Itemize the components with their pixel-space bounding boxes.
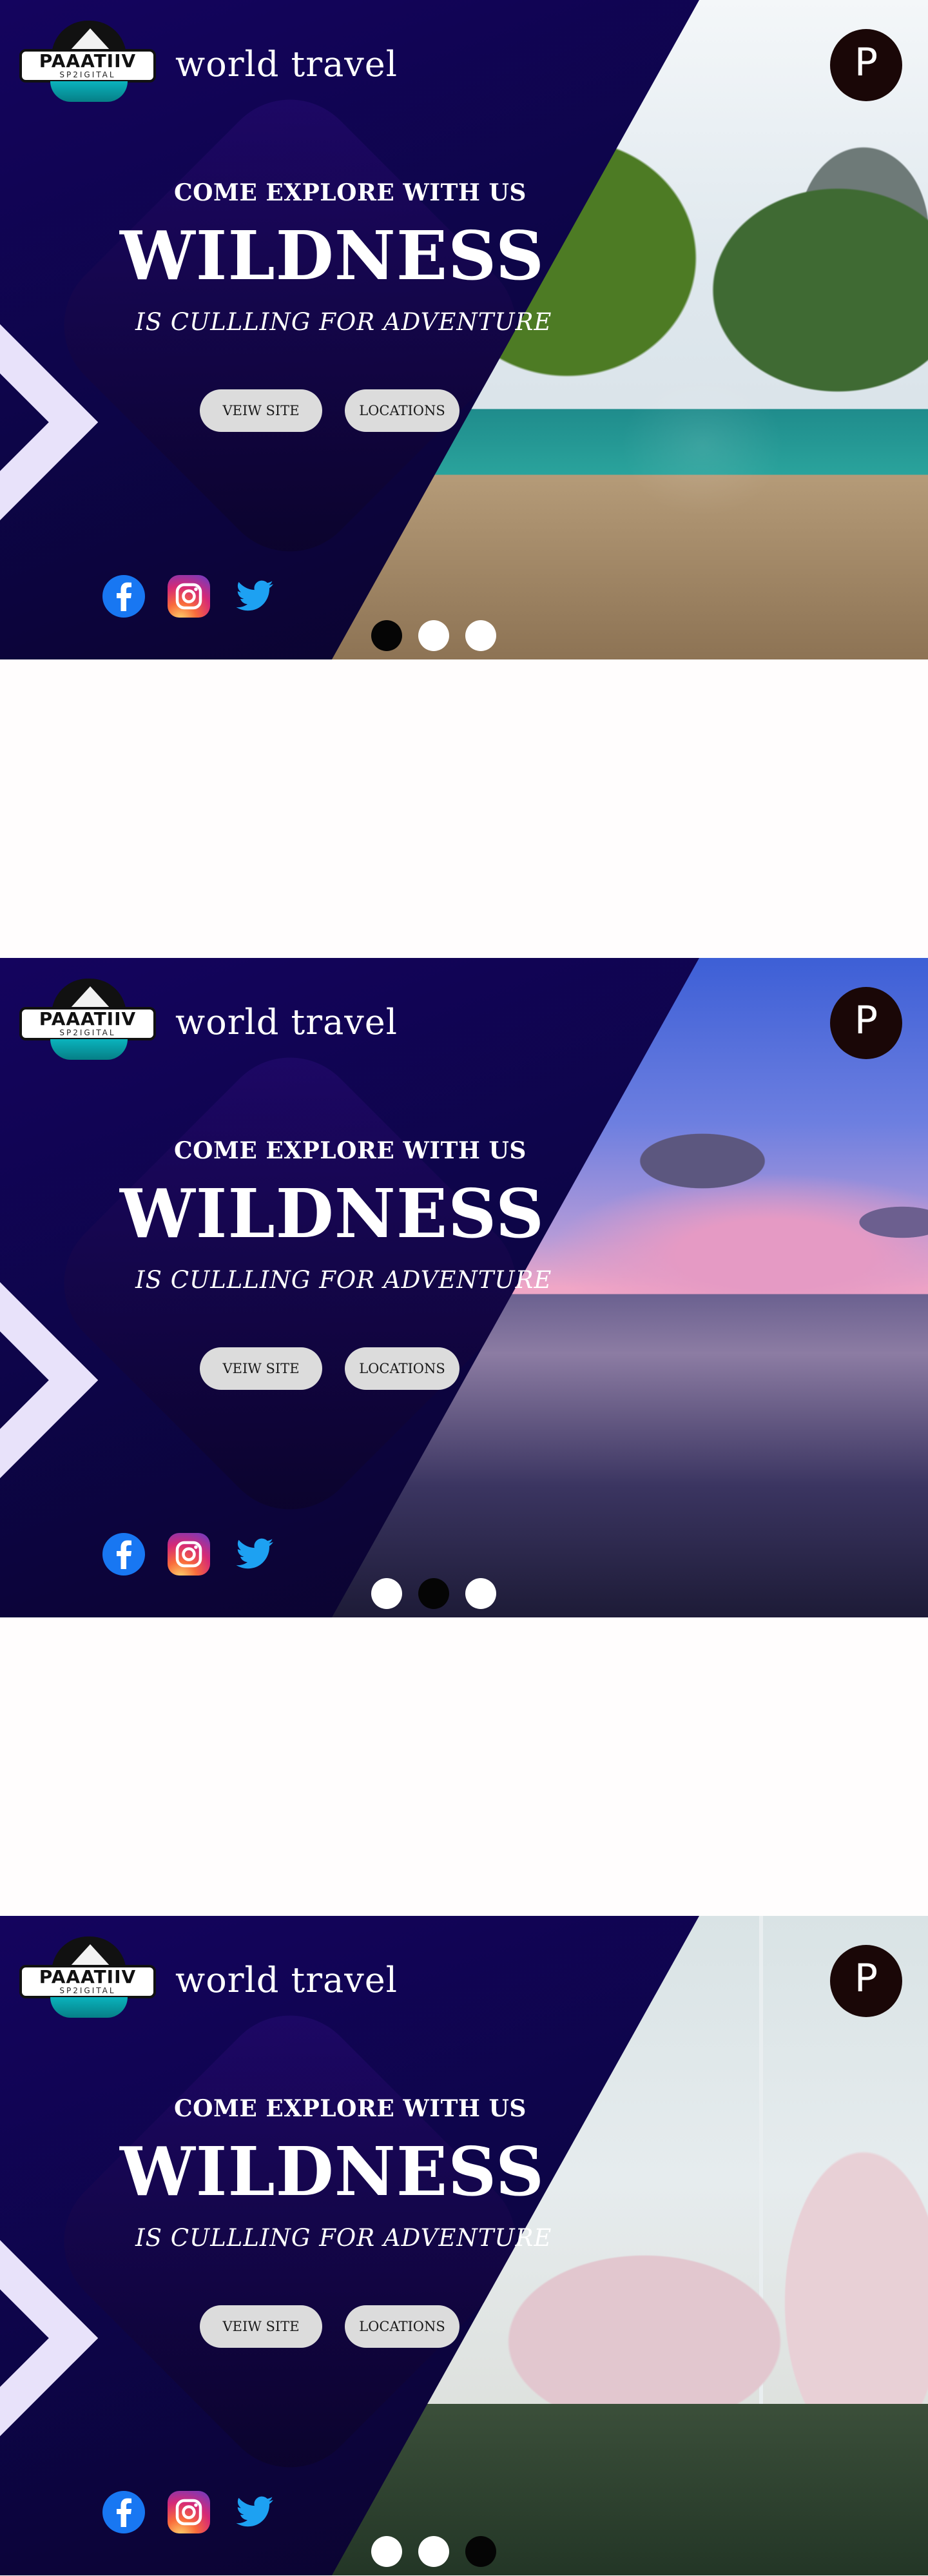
carousel-dot-3[interactable] bbox=[465, 1578, 496, 1609]
locations-button[interactable]: LOCATIONS bbox=[345, 389, 459, 432]
carousel-dot-3[interactable] bbox=[465, 620, 496, 651]
hero-eyebrow: COME EXPLORE WITH US bbox=[174, 1137, 527, 1164]
hero-slide-2: PAAATIIV SP2IGITAL world travel P COME E… bbox=[0, 958, 928, 1617]
view-site-button[interactable]: VEIW SITE bbox=[200, 389, 322, 432]
view-site-button[interactable]: VEIW SITE bbox=[200, 2305, 322, 2348]
twitter-icon[interactable] bbox=[233, 2491, 276, 2533]
hero-tagline: IS CULLLING FOR ADVENTURE bbox=[135, 1266, 552, 1294]
twitter-icon[interactable] bbox=[233, 575, 276, 618]
profile-button[interactable]: P bbox=[830, 1945, 902, 2017]
twitter-icon[interactable] bbox=[233, 1533, 276, 1576]
wave-icon bbox=[50, 81, 128, 102]
logo[interactable]: PAAATIIV SP2IGITAL bbox=[19, 979, 159, 1068]
hero-tagline: IS CULLLING FOR ADVENTURE bbox=[135, 2224, 552, 2252]
carousel-dot-3[interactable] bbox=[465, 2536, 496, 2567]
logo-subtitle: SP2IGITAL bbox=[59, 1986, 116, 1995]
hero-slide-1: PAAATIIV SP2IGITAL world travel P COME E… bbox=[0, 0, 928, 659]
logo-title: PAAATIIV bbox=[39, 50, 137, 72]
facebook-icon[interactable] bbox=[102, 575, 145, 618]
carousel-dot-1[interactable] bbox=[371, 620, 402, 651]
logo-banner: PAAATIIV SP2IGITAL bbox=[19, 49, 156, 83]
locations-button[interactable]: LOCATIONS bbox=[345, 2305, 459, 2348]
hero-eyebrow: COME EXPLORE WITH US bbox=[174, 2095, 527, 2122]
hero-headline: WILDNESS bbox=[120, 2132, 545, 2211]
carousel-dot-1[interactable] bbox=[371, 1578, 402, 1609]
carousel-dot-2[interactable] bbox=[418, 1578, 449, 1609]
instagram-icon[interactable] bbox=[168, 575, 210, 618]
hero-headline: WILDNESS bbox=[120, 1174, 545, 1253]
instagram-icon[interactable] bbox=[168, 2491, 210, 2533]
brand-title: world travel bbox=[175, 1002, 398, 1042]
brand-title: world travel bbox=[175, 44, 398, 84]
carousel-dot-2[interactable] bbox=[418, 2536, 449, 2567]
view-site-button[interactable]: VEIW SITE bbox=[200, 1347, 322, 1390]
logo[interactable]: PAAATIIV SP2IGITAL bbox=[19, 21, 159, 110]
logo-subtitle: SP2IGITAL bbox=[59, 70, 116, 79]
instagram-icon[interactable] bbox=[168, 1533, 210, 1576]
logo-banner: PAAATIIV SP2IGITAL bbox=[19, 1007, 156, 1040]
logo-subtitle: SP2IGITAL bbox=[59, 1028, 116, 1037]
hero-tagline: IS CULLLING FOR ADVENTURE bbox=[135, 308, 552, 336]
carousel-dot-1[interactable] bbox=[371, 2536, 402, 2567]
profile-button[interactable]: P bbox=[830, 987, 902, 1059]
hero-eyebrow: COME EXPLORE WITH US bbox=[174, 179, 527, 206]
profile-button[interactable]: P bbox=[830, 29, 902, 101]
carousel-dot-2[interactable] bbox=[418, 620, 449, 651]
logo-title: PAAATIIV bbox=[39, 1008, 137, 1029]
wave-icon bbox=[50, 1997, 128, 2018]
facebook-icon[interactable] bbox=[102, 2491, 145, 2533]
wave-icon bbox=[50, 1039, 128, 1060]
hero-slide-3: PAAATIIV SP2IGITAL world travel P COME E… bbox=[0, 1916, 928, 2575]
locations-button[interactable]: LOCATIONS bbox=[345, 1347, 459, 1390]
logo[interactable]: PAAATIIV SP2IGITAL bbox=[19, 1937, 159, 2025]
facebook-icon[interactable] bbox=[102, 1533, 145, 1576]
hero-headline: WILDNESS bbox=[120, 216, 545, 295]
brand-title: world travel bbox=[175, 1960, 398, 2000]
logo-banner: PAAATIIV SP2IGITAL bbox=[19, 1965, 156, 1998]
logo-title: PAAATIIV bbox=[39, 1966, 137, 1987]
